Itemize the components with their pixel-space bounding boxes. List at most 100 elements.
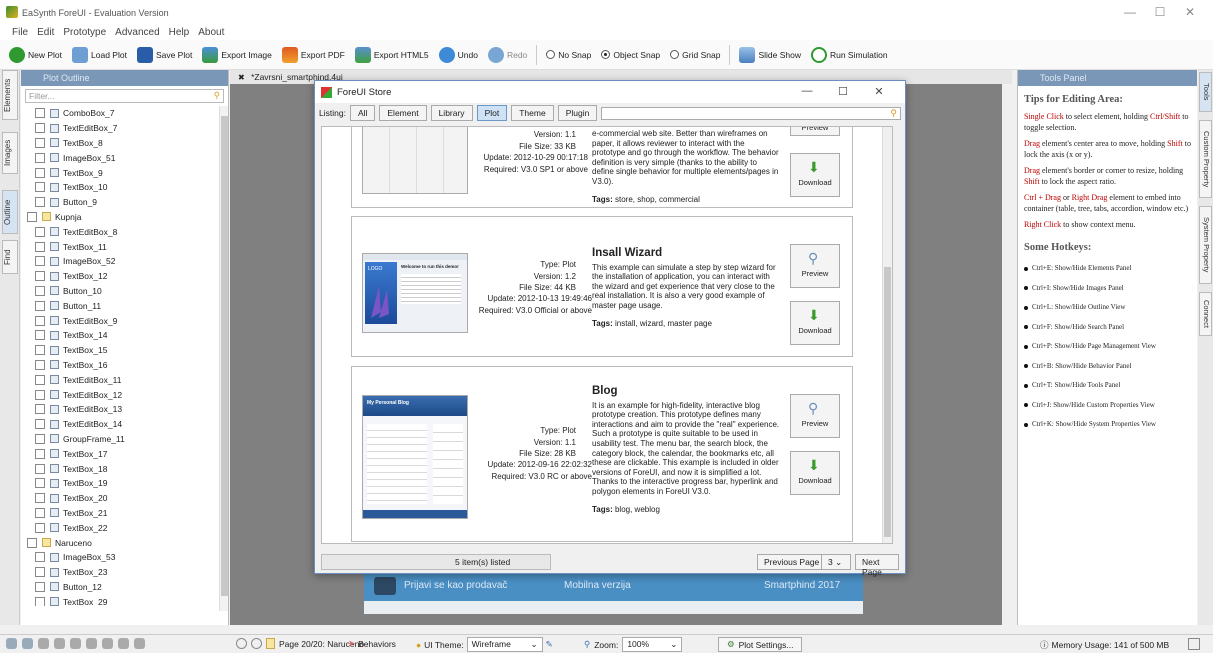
- visibility-checkbox[interactable]: [35, 123, 45, 134]
- visibility-checkbox[interactable]: [35, 581, 45, 592]
- filter-all-button[interactable]: All: [349, 105, 376, 121]
- visibility-checkbox[interactable]: [35, 330, 45, 341]
- zoom-select[interactable]: 100% ⌄: [622, 637, 683, 652]
- outline-element-row[interactable]: ImageBox_51: [21, 150, 221, 165]
- theme-settings-icon[interactable]: ✎: [546, 639, 553, 650]
- outline-element-row[interactable]: TextBox_22: [21, 520, 221, 535]
- store-search-input[interactable]: ⚲: [601, 106, 901, 120]
- outline-element-row[interactable]: TextBox_23: [21, 565, 221, 580]
- menu-help[interactable]: Help: [169, 27, 190, 38]
- visibility-checkbox[interactable]: [35, 197, 45, 208]
- visibility-checkbox[interactable]: [35, 152, 45, 163]
- redo-button[interactable]: Redo: [485, 43, 530, 67]
- visibility-checkbox[interactable]: [35, 567, 45, 578]
- outline-scrollbar-thumb[interactable]: [221, 116, 228, 596]
- tab-tools[interactable]: Tools: [1199, 72, 1212, 112]
- preview-button[interactable]: ⚲ Preview: [790, 244, 840, 288]
- next-page-icon[interactable]: [251, 638, 262, 649]
- menu-file[interactable]: File: [12, 27, 28, 38]
- store-scrollbar[interactable]: [882, 127, 892, 543]
- outline-element-row[interactable]: Button_10: [21, 284, 221, 299]
- move-up-icon[interactable]: [102, 638, 113, 649]
- canvas-scrollbar[interactable]: [1002, 84, 1012, 625]
- outline-scrollbar[interactable]: [219, 106, 228, 611]
- outline-page-row[interactable]: Naruceno: [21, 535, 221, 550]
- preview-button[interactable]: Preview: [790, 127, 840, 136]
- visibility-checkbox[interactable]: [35, 448, 45, 459]
- filter-theme-button[interactable]: Theme: [511, 105, 554, 121]
- menu-prototype[interactable]: Prototype: [63, 27, 106, 38]
- tab-find[interactable]: Find: [2, 240, 18, 274]
- menu-advanced[interactable]: Advanced: [115, 27, 159, 38]
- load-plot-button[interactable]: Load Plot: [69, 43, 130, 67]
- menu-edit[interactable]: Edit: [37, 27, 54, 38]
- visibility-checkbox[interactable]: [35, 137, 45, 148]
- visibility-checkbox[interactable]: [35, 271, 45, 282]
- export-pdf-button[interactable]: Export PDF: [279, 43, 348, 67]
- visibility-checkbox[interactable]: [35, 226, 45, 237]
- outline-element-row[interactable]: TextEditBox_12: [21, 387, 221, 402]
- minimize-button[interactable]: —: [1115, 2, 1145, 22]
- visibility-checkbox[interactable]: [35, 315, 45, 326]
- visibility-checkbox[interactable]: [35, 596, 45, 606]
- download-button[interactable]: ⬇ Download: [790, 153, 840, 197]
- visibility-checkbox[interactable]: [35, 478, 45, 489]
- slide-show-button[interactable]: Slide Show: [736, 43, 804, 67]
- outline-element-row[interactable]: TextBox_17: [21, 446, 221, 461]
- outline-element-row[interactable]: TextBox_18: [21, 461, 221, 476]
- ui-theme-select[interactable]: Wireframe ⌄: [466, 637, 543, 652]
- undo-button[interactable]: Undo: [436, 43, 481, 67]
- move-down-icon[interactable]: [118, 638, 129, 649]
- outline-element-row[interactable]: TextBox_20: [21, 491, 221, 506]
- garbage-collect-icon[interactable]: [1188, 638, 1200, 650]
- visibility-checkbox[interactable]: [35, 507, 45, 518]
- outline-element-row[interactable]: ComboBox_7: [21, 106, 221, 121]
- download-button[interactable]: ⬇ Download: [790, 451, 840, 495]
- tab-system-property[interactable]: System Property: [1199, 206, 1212, 284]
- outline-element-row[interactable]: Button_11: [21, 298, 221, 313]
- tab-connect[interactable]: Connect: [1199, 292, 1212, 336]
- visibility-checkbox[interactable]: [35, 463, 45, 474]
- element-icon[interactable]: [38, 638, 49, 649]
- visibility-checkbox[interactable]: [35, 167, 45, 178]
- visibility-checkbox[interactable]: [35, 300, 45, 311]
- outline-element-row[interactable]: Button_9: [21, 195, 221, 210]
- outline-element-row[interactable]: TextBox_16: [21, 358, 221, 373]
- maximize-button[interactable]: ☐: [1145, 2, 1175, 22]
- outline-element-row[interactable]: ImageBox_53: [21, 550, 221, 565]
- filter-plot-button[interactable]: Plot: [476, 105, 508, 121]
- store-minimize-button[interactable]: —: [789, 85, 825, 98]
- outline-element-row[interactable]: TextEditBox_9: [21, 313, 221, 328]
- store-close-button[interactable]: ✕: [861, 85, 897, 98]
- mobile-version-link[interactable]: Mobilna verzija: [564, 580, 631, 591]
- outline-element-row[interactable]: TextBox_11: [21, 239, 221, 254]
- visibility-checkbox[interactable]: [35, 285, 45, 296]
- outline-element-row[interactable]: TextBox_29: [21, 594, 221, 606]
- visibility-checkbox[interactable]: [35, 419, 45, 430]
- close-button[interactable]: ✕: [1175, 2, 1205, 22]
- outline-element-row[interactable]: TextBox_8: [21, 136, 221, 151]
- visibility-checkbox[interactable]: [35, 241, 45, 252]
- object-snap-radio[interactable]: Object Snap: [598, 43, 663, 67]
- export-html5-button[interactable]: Export HTML5: [352, 43, 432, 67]
- visibility-checkbox[interactable]: [35, 182, 45, 193]
- outline-element-row[interactable]: TextBox_10: [21, 180, 221, 195]
- export-image-button[interactable]: Export Image: [199, 43, 275, 67]
- outline-element-row[interactable]: TextEditBox_14: [21, 417, 221, 432]
- next-page-button[interactable]: Next Page: [855, 554, 899, 577]
- delete-icon[interactable]: [134, 638, 145, 649]
- outline-element-row[interactable]: GroupFrame_11: [21, 432, 221, 447]
- filter-plugin-button[interactable]: Plugin: [557, 105, 598, 121]
- tab-outline[interactable]: Outline: [2, 190, 18, 234]
- image-icon[interactable]: [54, 638, 65, 649]
- outline-element-row[interactable]: TextBox_9: [21, 165, 221, 180]
- no-snap-radio[interactable]: No Snap: [543, 43, 594, 67]
- outline-element-row[interactable]: TextBox_21: [21, 506, 221, 521]
- page-select[interactable]: 3 ⌄: [821, 554, 851, 570]
- visibility-checkbox[interactable]: [35, 359, 45, 370]
- behaviors-button[interactable]: ➤ Behaviors: [348, 638, 396, 649]
- outline-element-row[interactable]: TextEditBox_11: [21, 372, 221, 387]
- outline-element-row[interactable]: ImageBox_52: [21, 254, 221, 269]
- outline-element-row[interactable]: TextBox_14: [21, 328, 221, 343]
- lock-icon[interactable]: [70, 638, 81, 649]
